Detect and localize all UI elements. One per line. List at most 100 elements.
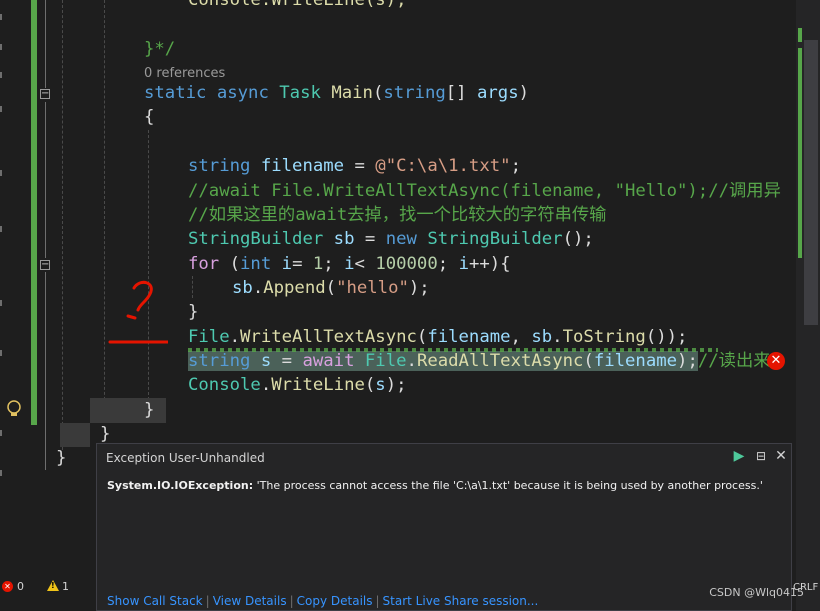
code-token[interactable]: Console.WriteLine(s); (188, 0, 407, 10)
code-line[interactable]: static async Task Main(string[] args) (144, 81, 529, 105)
code-line[interactable]: //await File.WriteAllTextAsync(filename,… (188, 179, 781, 203)
code-line[interactable]: for (int i= 1; i< 100000; i++){ (188, 252, 511, 276)
code-token[interactable]: new (386, 229, 428, 249)
warning-count[interactable]: 1 (62, 580, 69, 593)
code-token[interactable]: } (100, 424, 110, 444)
code-token[interactable]: File (364, 351, 407, 371)
exception-error-icon[interactable]: ✕ (767, 352, 785, 370)
code-token[interactable]: } (144, 400, 154, 420)
code-token[interactable]: @"C:\a\1.txt" (375, 156, 510, 176)
code-token[interactable]: . (261, 375, 271, 395)
code-token[interactable]: for (188, 254, 230, 274)
code-token[interactable]: [] (446, 83, 477, 103)
code-token[interactable]: WriteLine (271, 375, 365, 395)
code-token[interactable]: ( (583, 351, 594, 371)
code-token[interactable]: ); (677, 351, 698, 371)
code-token[interactable]: . (406, 351, 417, 371)
code-token[interactable]: , (511, 327, 532, 347)
code-token[interactable]: //如果这里的await去掉，找一个比较大的字符串传输 (188, 205, 606, 225)
code-token[interactable]: await (302, 351, 365, 371)
code-token[interactable]: = (271, 351, 303, 371)
code-token[interactable]: ; (323, 254, 344, 274)
code-line[interactable]: } (188, 300, 198, 324)
code-line[interactable]: Console.WriteLine(s); (188, 373, 407, 397)
show-call-stack-link[interactable]: Show Call Stack (107, 594, 203, 608)
scrollbar-thumb[interactable] (804, 40, 818, 325)
code-token[interactable]: File (188, 327, 230, 347)
code-token[interactable]: } (56, 448, 66, 468)
error-count[interactable]: 0 (17, 580, 24, 593)
code-token[interactable]: 1 (313, 254, 323, 274)
code-token[interactable]: ( (326, 278, 336, 298)
code-token[interactable]: = (344, 156, 375, 176)
code-line[interactable]: { (144, 105, 154, 129)
code-token[interactable]: filename (593, 351, 678, 371)
code-token[interactable]: filename (261, 156, 344, 176)
live-share-link[interactable]: Start Live Share session... (383, 594, 539, 608)
code-token[interactable]: ; (438, 254, 459, 274)
code-token[interactable]: }*/ (144, 39, 175, 59)
code-token[interactable]: s (375, 375, 385, 395)
code-token[interactable]: ( (365, 375, 375, 395)
code-line[interactable]: string filename = @"C:\a\1.txt"; (188, 154, 521, 178)
code-line[interactable]: Console.WriteLine(s); (188, 0, 407, 12)
code-line[interactable]: } (56, 446, 66, 470)
code-token[interactable]: ()); (646, 327, 688, 347)
code-token[interactable]: i (344, 254, 354, 274)
code-line[interactable]: //如果这里的await去掉，找一个比较大的字符串传输 (188, 203, 606, 227)
code-token[interactable]: Console (188, 375, 261, 395)
code-token[interactable]: //读出来 (698, 351, 771, 371)
code-token[interactable]: . (552, 327, 562, 347)
code-token[interactable]: async (217, 83, 279, 103)
code-token[interactable]: ); (386, 375, 407, 395)
close-icon[interactable]: ✕ (773, 448, 789, 464)
code-token[interactable]: int (240, 254, 282, 274)
code-token[interactable]: (); (563, 229, 594, 249)
code-token[interactable]: StringBuilder (427, 229, 562, 249)
pin-icon[interactable]: ⊟ (753, 448, 769, 464)
code-token[interactable]: Append (263, 278, 325, 298)
code-token[interactable]: < (355, 254, 376, 274)
code-token[interactable]: string (188, 156, 261, 176)
lightbulb-icon[interactable] (5, 399, 23, 419)
code-token[interactable]: ( (417, 327, 427, 347)
code-token[interactable]: = (292, 254, 313, 274)
code-token[interactable]: sb (531, 327, 552, 347)
code-line[interactable]: } (144, 398, 154, 422)
code-token[interactable]: filename (427, 327, 510, 347)
code-line-exception[interactable]: string s = await File.ReadAllTextAsync(f… (188, 349, 771, 373)
code-token[interactable]: Main (331, 83, 373, 103)
code-token[interactable]: 100000 (375, 254, 437, 274)
code-token[interactable]: sb (334, 229, 355, 249)
code-line[interactable]: }*/ (144, 37, 175, 61)
code-line[interactable]: StringBuilder sb = new StringBuilder(); (188, 227, 594, 251)
code-token[interactable]: . (253, 278, 263, 298)
code-token[interactable]: ( (373, 83, 383, 103)
play-icon[interactable]: ▶ (731, 448, 747, 464)
code-token[interactable]: static (144, 83, 217, 103)
copy-details-link[interactable]: Copy Details (297, 594, 373, 608)
code-token[interactable]: Task (279, 83, 331, 103)
code-token[interactable]: WriteAllTextAsync (240, 327, 417, 347)
code-line[interactable]: sb.Append("hello"); (232, 276, 430, 300)
code-token[interactable]: . (230, 327, 240, 347)
code-token[interactable]: "hello" (336, 278, 409, 298)
code-token[interactable]: ; (511, 156, 521, 176)
code-token[interactable]: ReadAllTextAsync (416, 351, 584, 371)
code-token[interactable]: sb (232, 278, 253, 298)
code-token[interactable]: i (459, 254, 469, 274)
code-token[interactable]: s (260, 351, 272, 371)
code-token[interactable]: ); (409, 278, 430, 298)
code-token[interactable]: } (188, 302, 198, 322)
code-token[interactable]: i (282, 254, 292, 274)
view-details-link[interactable]: View Details (213, 594, 287, 608)
code-token[interactable]: ( (230, 254, 240, 274)
code-token[interactable]: string (188, 351, 261, 371)
code-line[interactable]: File.WriteAllTextAsync(filename, sb.ToSt… (188, 325, 687, 349)
code-token[interactable]: ) (519, 83, 529, 103)
code-token[interactable]: args (477, 83, 519, 103)
error-count-icon[interactable]: ✕ (2, 581, 13, 592)
code-token[interactable]: { (144, 107, 154, 127)
code-token[interactable]: string (383, 83, 445, 103)
code-token[interactable]: StringBuilder (188, 229, 334, 249)
